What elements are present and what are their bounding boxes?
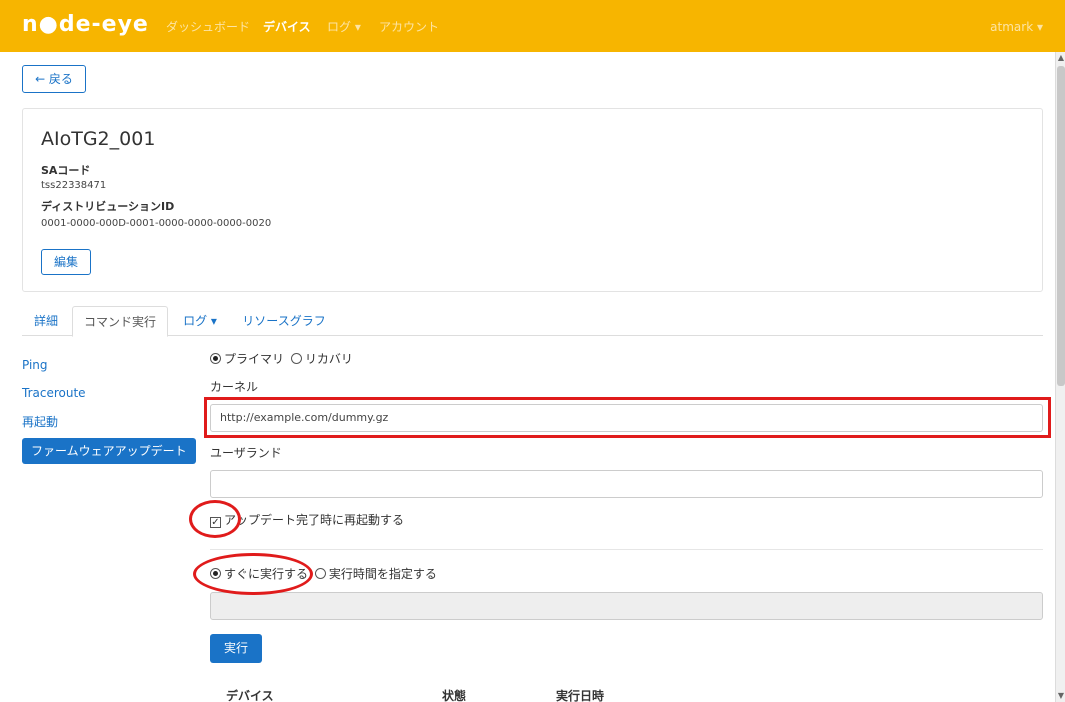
- reboot-checkbox-label: アップデート完了時に再起動する: [224, 513, 405, 527]
- back-button[interactable]: ← 戻る: [22, 65, 86, 93]
- schedule-time-input[interactable]: [210, 592, 1043, 620]
- nav-account[interactable]: アカウント: [379, 19, 439, 35]
- annotation-checkbox-circle: [189, 500, 241, 538]
- scroll-up-icon[interactable]: ▲: [1056, 52, 1065, 64]
- nav-log-dropdown[interactable]: ログ ▾: [327, 19, 361, 35]
- sa-code-value: tss22338471: [41, 180, 107, 191]
- th-device: デバイス: [226, 689, 274, 702]
- radio-recovery[interactable]: [290, 353, 302, 364]
- userland-input[interactable]: [210, 470, 1043, 498]
- side-item-firmware-update[interactable]: ファームウェアアップデート: [22, 438, 196, 464]
- radio-schedule-label: 実行時間を指定する: [328, 567, 437, 581]
- edit-button[interactable]: 編集: [41, 249, 91, 275]
- device-card: AIoTG2_001 SAコード tss22338471 ディストリビューション…: [22, 108, 1043, 292]
- tab-details[interactable]: 詳細: [22, 306, 70, 336]
- nav-devices[interactable]: デバイス: [263, 19, 311, 35]
- kernel-label: カーネル: [210, 380, 259, 394]
- device-name: AIoTG2_001: [41, 128, 156, 150]
- sa-code-label: SAコード: [41, 164, 91, 177]
- tab-bar: 詳細 コマンド実行 ログ ▾ リソースグラフ: [22, 306, 1043, 337]
- target-radio-group: プライマリ リカバリ: [210, 351, 353, 367]
- navbar: n●de-eye ダッシュボード デバイス ログ ▾ アカウント atmark …: [0, 0, 1065, 52]
- radio-primary[interactable]: [210, 353, 221, 364]
- nav-dashboard[interactable]: ダッシュボード: [166, 19, 250, 35]
- divider: [210, 549, 1043, 550]
- execute-button[interactable]: 実行: [210, 634, 262, 663]
- scroll-thumb[interactable]: [1057, 66, 1065, 386]
- distribution-id-value: 0001-0000-000D-0001-0000-0000-0000-0020: [41, 218, 272, 229]
- userland-label: ユーザランド: [210, 446, 282, 460]
- tab-command[interactable]: コマンド実行: [72, 306, 168, 337]
- user-menu[interactable]: atmark ▾: [990, 19, 1043, 35]
- th-status: 状態: [442, 689, 467, 702]
- brand-logo[interactable]: n●de-eye: [22, 12, 149, 38]
- th-exec-time: 実行日時: [556, 689, 605, 702]
- tab-log-dropdown[interactable]: ログ ▾: [172, 306, 228, 336]
- radio-primary-label: プライマリ: [224, 352, 285, 366]
- annotation-kernel-highlight: [204, 397, 1051, 438]
- side-item-traceroute[interactable]: Traceroute: [22, 380, 196, 406]
- side-item-reboot[interactable]: 再起動: [22, 409, 196, 435]
- radio-schedule[interactable]: [314, 568, 326, 579]
- radio-recovery-label: リカバリ: [304, 352, 353, 366]
- scroll-down-icon[interactable]: ▼: [1056, 690, 1065, 702]
- annotation-run-now-circle: [193, 553, 313, 595]
- tab-resource-graph[interactable]: リソースグラフ: [234, 306, 334, 336]
- side-item-ping[interactable]: Ping: [22, 352, 196, 378]
- scrollbar[interactable]: ▲ ▼: [1055, 52, 1065, 702]
- distribution-id-label: ディストリビューションID: [41, 200, 175, 213]
